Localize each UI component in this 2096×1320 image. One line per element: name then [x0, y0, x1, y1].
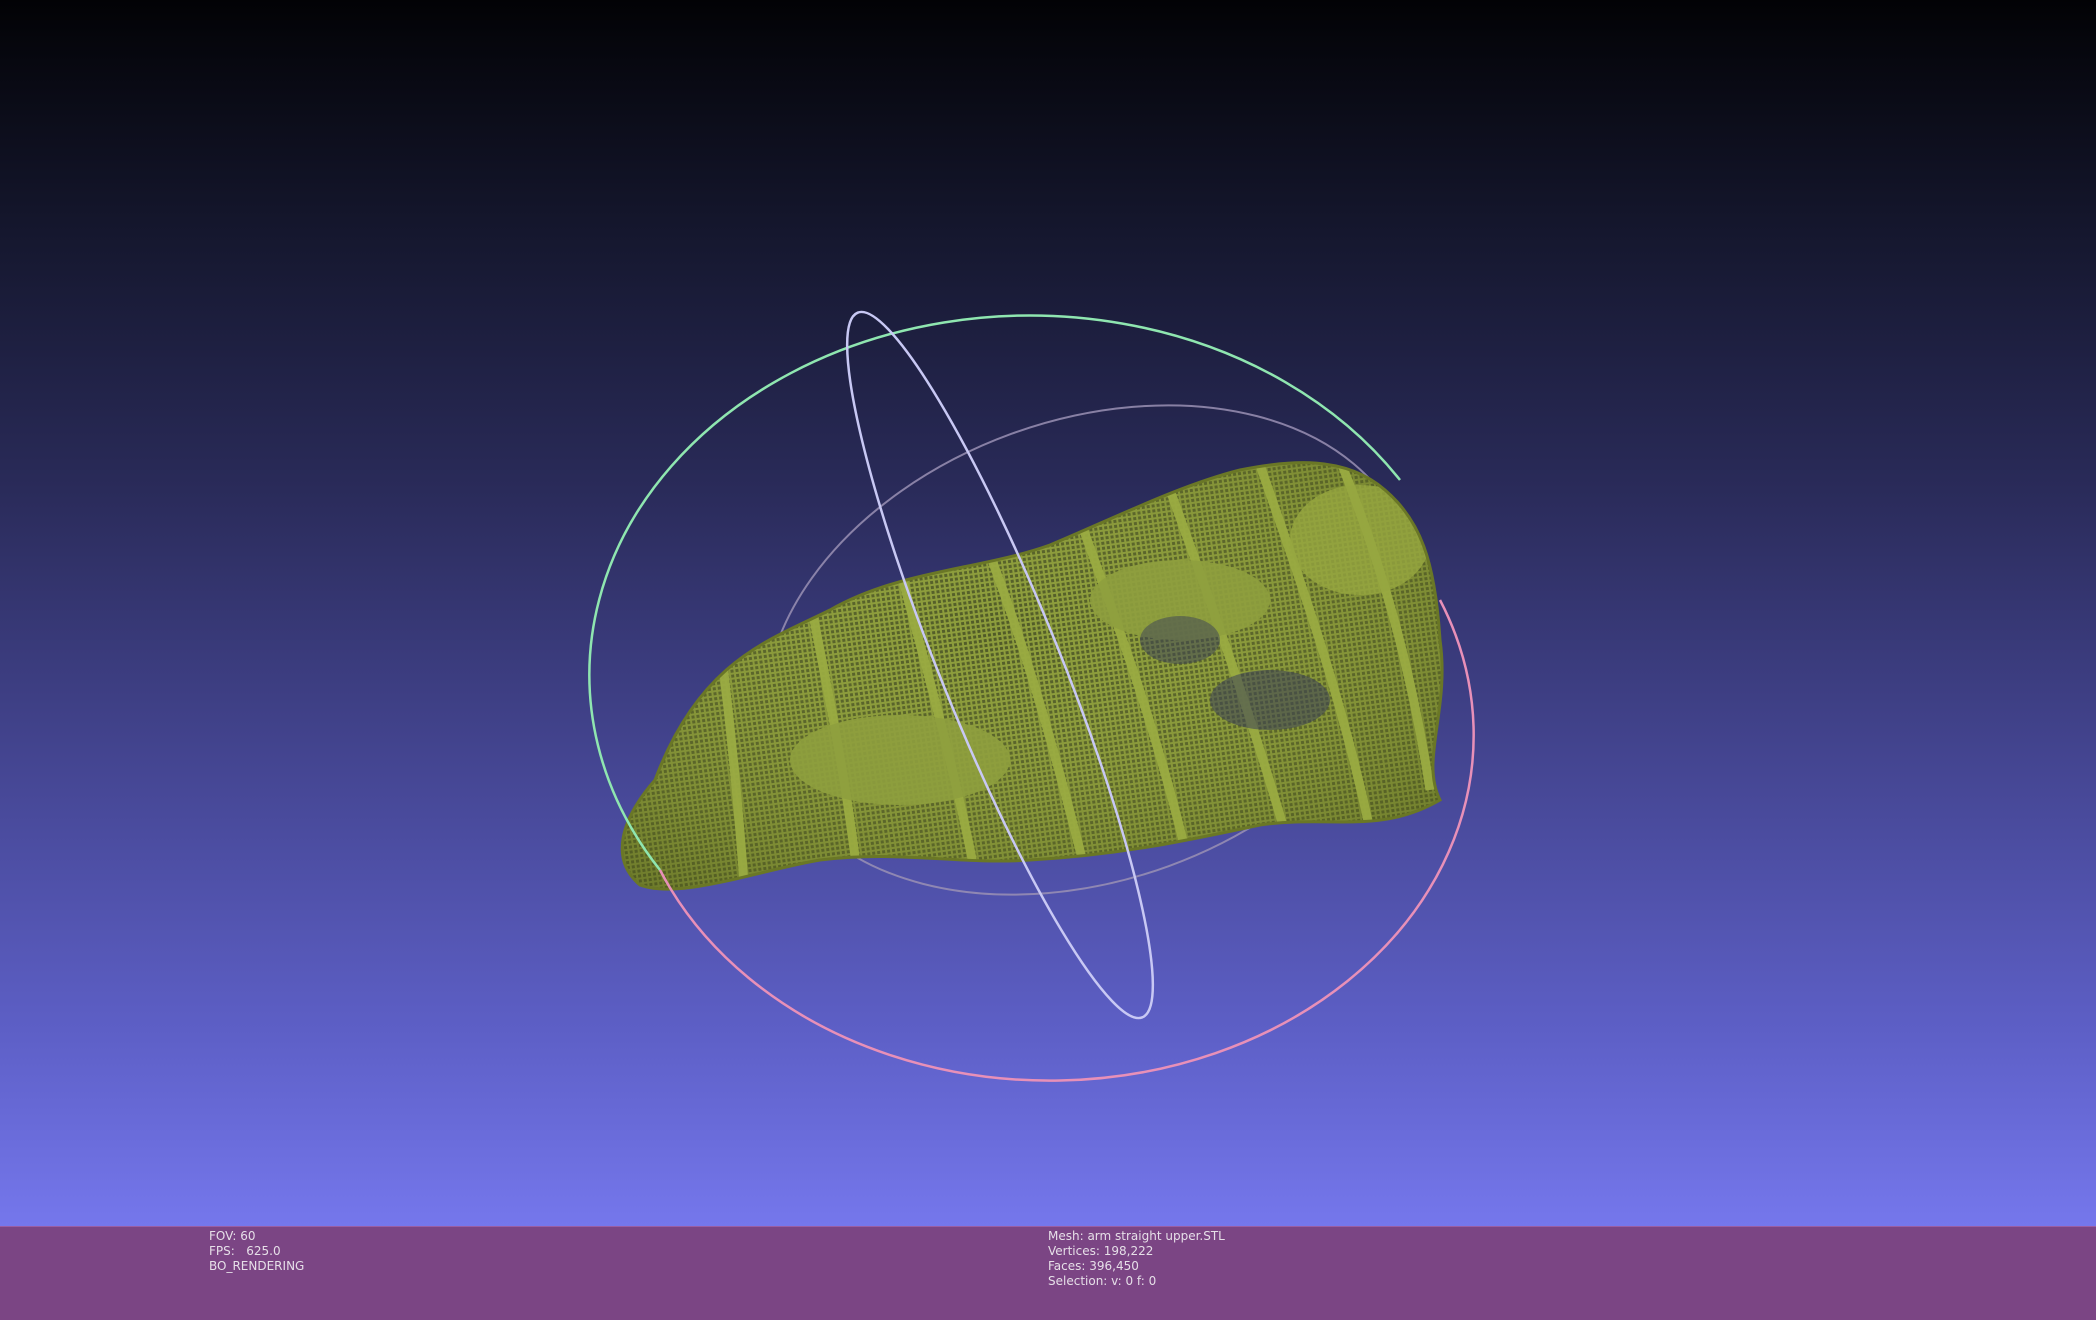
selection-readout: Selection: v: 0 f: 0 [1048, 1274, 1157, 1288]
fps-readout: FPS: 625.0 [209, 1244, 281, 1258]
mesh-model[interactable] [600, 440, 1480, 920]
mesh-name-readout: Mesh: arm straight upper.STL [1048, 1229, 1225, 1243]
faces-readout: Faces: 396,450 [1048, 1259, 1139, 1273]
vertices-readout: Vertices: 198,222 [1048, 1244, 1154, 1258]
viewer-info: FOV: 60 FPS: 625.0 BO_RENDERING [209, 1229, 304, 1274]
mesh-info: Mesh: arm straight upper.STL Vertices: 1… [1048, 1229, 1225, 1289]
fov-readout: FOV: 60 [209, 1229, 256, 1243]
3d-viewport[interactable] [0, 0, 2096, 1226]
render-mode-readout: BO_RENDERING [209, 1259, 305, 1273]
scene-canvas[interactable] [0, 0, 2096, 1226]
